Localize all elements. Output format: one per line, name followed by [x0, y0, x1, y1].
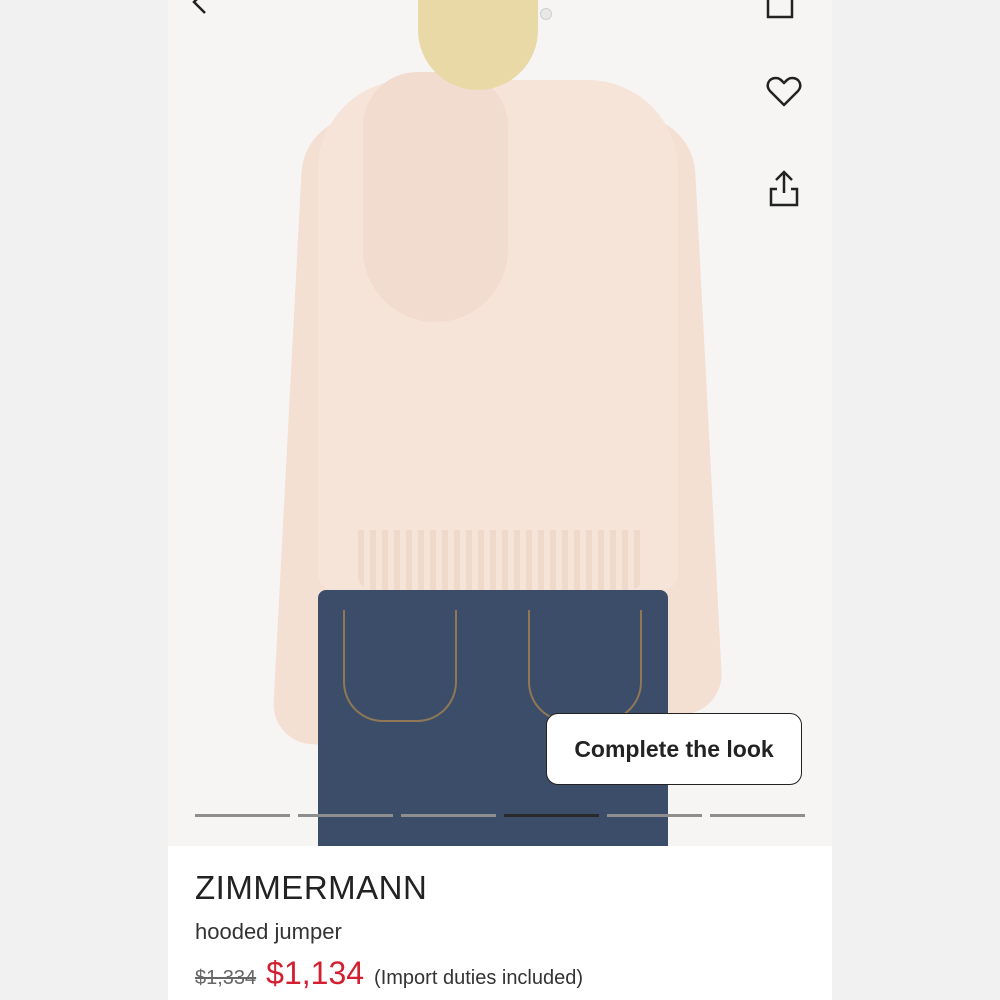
image-pocket-left [343, 610, 457, 722]
duties-note: (Import duties included) [374, 967, 584, 989]
share-icon[interactable] [764, 168, 804, 208]
pager-dot[interactable] [195, 814, 290, 817]
image-pocket-right [528, 610, 642, 722]
heart-icon[interactable] [764, 72, 804, 112]
pager-dot[interactable] [298, 814, 393, 817]
pager-dot[interactable] [710, 814, 805, 817]
back-icon[interactable] [180, 0, 220, 22]
original-price: $1,334 [195, 967, 257, 989]
image-earring [540, 8, 552, 20]
complete-the-look-button[interactable]: Complete the look [546, 713, 802, 785]
blurred-background-right [832, 0, 1000, 1000]
sale-price: $1,134 [266, 955, 365, 991]
image-pager [195, 814, 805, 818]
product-info-panel: ZIMMERMANN hooded jumper $1,334 $1,134 (… [168, 846, 832, 1000]
pager-dot[interactable] [607, 814, 702, 817]
image-hood [363, 72, 508, 322]
product-name: hooded jumper [195, 919, 342, 944]
brand-name[interactable]: ZIMMERMANN [195, 869, 427, 907]
pager-dot-active[interactable] [504, 814, 599, 817]
product-detail-screen: Complete the look ZIMMERMANN hooded jump… [168, 0, 832, 1000]
bag-icon[interactable] [760, 0, 800, 24]
image-ribbed-hem [358, 530, 643, 590]
price-row: $1,334 $1,134 (Import duties included) [195, 955, 583, 992]
pager-dot[interactable] [401, 814, 496, 817]
blurred-background-left [0, 0, 168, 1000]
